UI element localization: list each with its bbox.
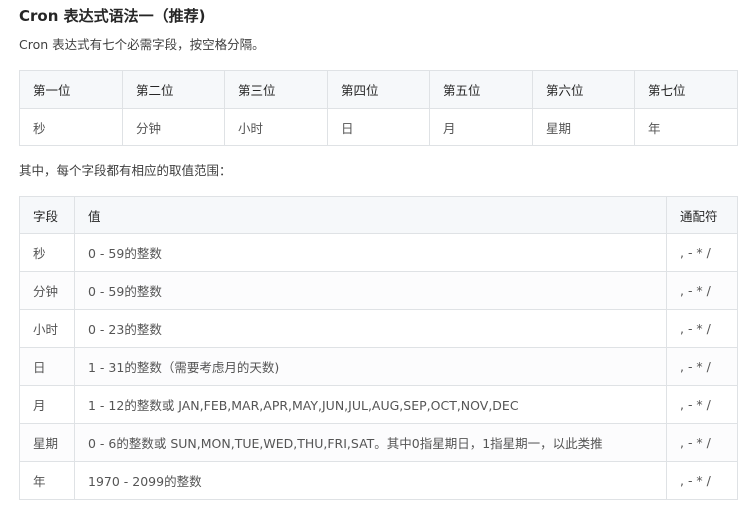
table-cell: 小时 — [224, 108, 328, 146]
table-row: 分钟 0 - 59的整数 , - * / — [19, 271, 738, 310]
table-header-row: 第一位 第二位 第三位 第四位 第五位 第六位 第七位 — [19, 70, 738, 109]
field-cell: 年 — [19, 461, 75, 500]
wildcard-cell: , - * / — [666, 461, 738, 500]
field-cell: 小时 — [19, 309, 75, 348]
field-cell: 星期 — [19, 423, 75, 462]
value-cell: 0 - 23的整数 — [74, 309, 667, 348]
table-cell: 星期 — [532, 108, 635, 146]
wildcard-cell: , - * / — [666, 271, 738, 310]
wildcard-cell: , - * / — [666, 347, 738, 386]
value-cell: 1 - 12的整数或 JAN,FEB,MAR,APR,MAY,JUN,JUL,A… — [74, 385, 667, 424]
header-cell: 第七位 — [634, 70, 738, 109]
value-cell: 0 - 6的整数或 SUN,MON,TUE,WED,THU,FRI,SAT。其中… — [74, 423, 667, 462]
header-cell: 第六位 — [532, 70, 635, 109]
table-cell: 分钟 — [122, 108, 225, 146]
table-header-row: 字段 值 通配符 — [19, 196, 738, 234]
table-row: 月 1 - 12的整数或 JAN,FEB,MAR,APR,MAY,JUN,JUL… — [19, 385, 738, 424]
table-row: 星期 0 - 6的整数或 SUN,MON,TUE,WED,THU,FRI,SAT… — [19, 423, 738, 462]
table-row: 秒 分钟 小时 日 月 星期 年 — [19, 108, 738, 146]
intro-text: Cron 表达式有七个必需字段，按空格分隔。 — [19, 37, 265, 52]
header-cell: 第一位 — [19, 70, 123, 109]
header-value: 值 — [74, 196, 667, 234]
header-field: 字段 — [19, 196, 75, 234]
table-cell: 日 — [327, 108, 430, 146]
field-positions-table: 第一位 第二位 第三位 第四位 第五位 第六位 第七位 秒 分钟 小时 日 月 … — [19, 70, 738, 146]
field-ranges-table: 字段 值 通配符 秒 0 - 59的整数 , - * / 分钟 0 - 59的整… — [19, 196, 738, 500]
header-cell: 第二位 — [122, 70, 225, 109]
value-cell: 1 - 31的整数（需要考虑月的天数) — [74, 347, 667, 386]
value-cell: 0 - 59的整数 — [74, 233, 667, 272]
table-cell: 年 — [634, 108, 738, 146]
field-cell: 日 — [19, 347, 75, 386]
wildcard-cell: , - * / — [666, 385, 738, 424]
table-row: 日 1 - 31的整数（需要考虑月的天数) , - * / — [19, 347, 738, 386]
table-row: 年 1970 - 2099的整数 , - * / — [19, 461, 738, 500]
range-intro-text: 其中，每个字段都有相应的取值范围： — [19, 163, 232, 178]
wildcard-cell: , - * / — [666, 233, 738, 272]
value-cell: 0 - 59的整数 — [74, 271, 667, 310]
field-cell: 月 — [19, 385, 75, 424]
table-cell: 秒 — [19, 108, 123, 146]
header-wildcard: 通配符 — [666, 196, 738, 234]
value-cell: 1970 - 2099的整数 — [74, 461, 667, 500]
section-heading: Cron 表达式语法一（推荐) — [19, 7, 206, 25]
table-cell: 月 — [429, 108, 533, 146]
table-row: 秒 0 - 59的整数 , - * / — [19, 233, 738, 272]
wildcard-cell: , - * / — [666, 309, 738, 348]
header-cell: 第三位 — [224, 70, 328, 109]
wildcard-cell: , - * / — [666, 423, 738, 462]
field-cell: 分钟 — [19, 271, 75, 310]
header-cell: 第五位 — [429, 70, 533, 109]
table-row: 小时 0 - 23的整数 , - * / — [19, 309, 738, 348]
field-cell: 秒 — [19, 233, 75, 272]
header-cell: 第四位 — [327, 70, 430, 109]
